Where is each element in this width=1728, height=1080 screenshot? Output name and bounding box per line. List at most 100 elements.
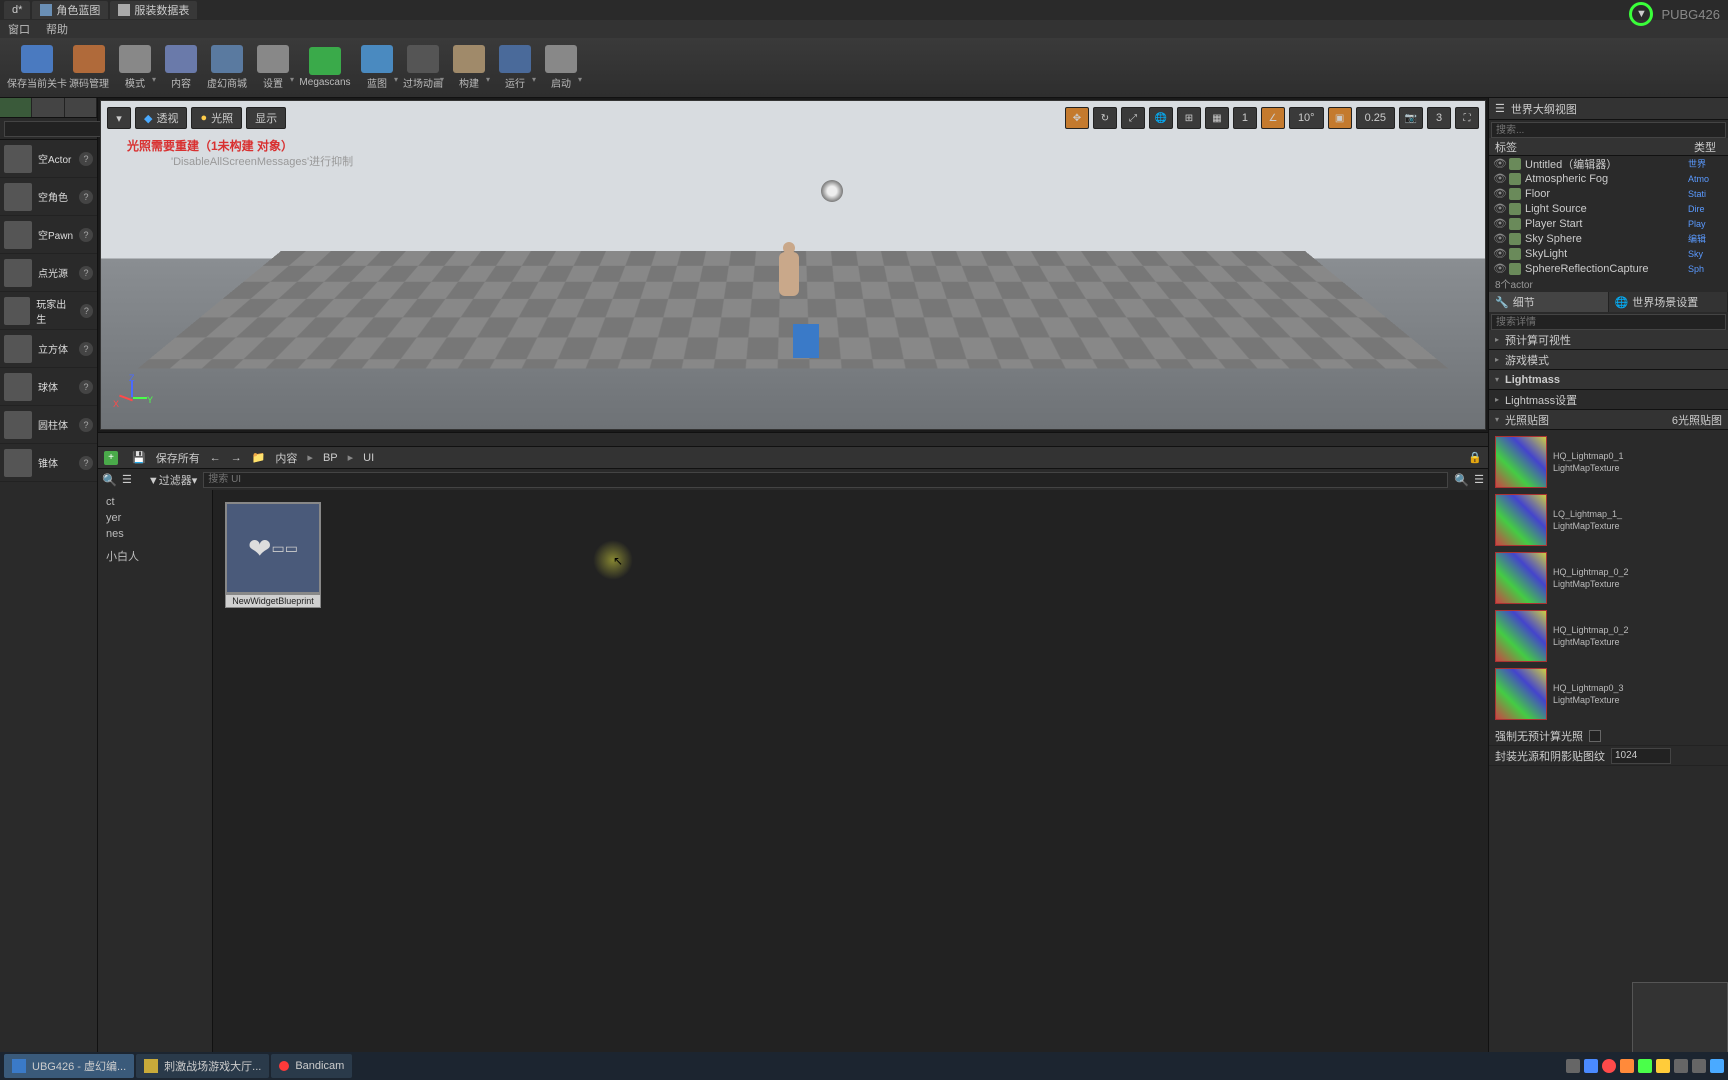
tree-item[interactable]: nes — [102, 526, 208, 542]
tab-level[interactable]: d* — [4, 1, 30, 19]
cat-vis[interactable]: ▸预计算可视性 — [1489, 330, 1728, 350]
tool-过场动画[interactable]: 过场动画▾ — [400, 40, 446, 96]
nav-forward[interactable]: → — [231, 452, 242, 464]
vp-camera-button[interactable]: 📷 — [1399, 107, 1423, 129]
vp-angle-snap-icon[interactable]: ∠ — [1261, 107, 1285, 129]
outliner-list[interactable]: 👁Untitled（编辑器）世界👁Atmospheric FogAtmo👁Flo… — [1489, 156, 1728, 276]
outliner-row[interactable]: 👁SphereReflectionCaptureSph — [1489, 261, 1728, 276]
vp-rotate-button[interactable]: ↻ — [1093, 107, 1117, 129]
vp-show-button[interactable]: 显示 — [246, 107, 286, 129]
save-all-button[interactable]: 保存所有 — [156, 450, 200, 466]
crumb-ui[interactable]: UI — [363, 452, 374, 464]
actor-空Pawn[interactable]: 空Pawn? — [0, 216, 97, 254]
search-icon[interactable]: 🔍 — [1454, 473, 1468, 487]
cat-lightmass-settings[interactable]: ▸Lightmass设置 — [1489, 390, 1728, 410]
outliner-row[interactable]: 👁Untitled（编辑器）世界 — [1489, 156, 1728, 171]
tab-world-settings[interactable]: 🌐世界场景设置 — [1609, 292, 1728, 312]
tree-item[interactable]: 小白人 — [102, 546, 208, 566]
vp-world-button[interactable]: 🌐 — [1149, 107, 1173, 129]
task-ue4[interactable]: UBG426 - 虚幻编... — [4, 1054, 134, 1078]
vp-lit-button[interactable]: ●光照 — [191, 107, 242, 129]
cat-gamemode[interactable]: ▸游戏模式 — [1489, 350, 1728, 370]
source-control-badge[interactable]: ▼ PUBG426 — [1629, 2, 1720, 26]
tool-设置[interactable]: 设置▾ — [250, 40, 296, 96]
tool-蓝图[interactable]: 蓝图▾ — [354, 40, 400, 96]
tool-构建[interactable]: 构建▾ — [446, 40, 492, 96]
vp-perspective-button[interactable]: ◆透视 — [135, 107, 187, 129]
outliner-row[interactable]: 👁SkyLightSky — [1489, 246, 1728, 261]
actor-点光源[interactable]: 点光源? — [0, 254, 97, 292]
lightmap-item[interactable]: HQ_Lightmap_0_2LightMapTexture — [1495, 552, 1722, 604]
outliner-header[interactable]: ☰世界大纲视图 — [1489, 98, 1728, 120]
outliner-row[interactable]: 👁Atmospheric FogAtmo — [1489, 171, 1728, 186]
content-tree[interactable]: ctyernes 小白人 — [98, 490, 213, 1080]
tree-item[interactable]: ct — [102, 494, 208, 510]
add-new-button[interactable]: + — [104, 451, 118, 465]
actor-球体[interactable]: 球体? — [0, 368, 97, 406]
crumb-content[interactable]: 内容 — [275, 450, 297, 466]
actor-圆柱体[interactable]: 圆柱体? — [0, 406, 97, 444]
vp-grid-button[interactable]: ▦ — [1205, 107, 1229, 129]
vp-translate-button[interactable]: ✥ — [1065, 107, 1089, 129]
lightmap-item[interactable]: HQ_Lightmap_0_2LightMapTexture — [1495, 610, 1722, 662]
nav-back[interactable]: ← — [210, 452, 221, 464]
system-tray[interactable] — [1566, 1059, 1724, 1073]
mode-strip[interactable] — [0, 98, 97, 118]
tab-details[interactable]: 🔧细节 — [1489, 292, 1609, 312]
lightmap-item[interactable]: HQ_Lightmap0_1LightMapTexture — [1495, 436, 1722, 488]
outliner-row[interactable]: 👁Light SourceDire — [1489, 201, 1728, 216]
actor-空角色[interactable]: 空角色? — [0, 178, 97, 216]
tool-源码管理[interactable]: 源码管理 — [66, 40, 112, 96]
vp-menu-button[interactable]: ▾ — [107, 107, 131, 129]
asset-widget-bp[interactable]: ❤▭▭ NewWidgetBlueprint — [225, 502, 321, 608]
tool-运行[interactable]: 运行▾ — [492, 40, 538, 96]
atlas-size-input[interactable] — [1611, 748, 1671, 764]
vp-snap-val[interactable]: 3 — [1427, 107, 1451, 129]
actor-玩家出生[interactable]: 玩家出生? — [0, 292, 97, 330]
details-search-input[interactable] — [1491, 314, 1726, 330]
tree-item[interactable]: yer — [102, 510, 208, 526]
vp-angle-val[interactable]: 10° — [1289, 107, 1324, 129]
vp-surface-button[interactable]: ⊞ — [1177, 107, 1201, 129]
list-view-icon[interactable]: ☰ — [122, 473, 132, 486]
actor-锥体[interactable]: 锥体? — [0, 444, 97, 482]
outliner-search-input[interactable] — [1491, 122, 1726, 138]
tool-启动[interactable]: 启动▾ — [538, 40, 584, 96]
vp-maximize-button[interactable]: ⛶ — [1455, 107, 1479, 129]
options-icon[interactable]: ☰ — [1474, 473, 1484, 486]
content-grid[interactable]: ❤▭▭ NewWidgetBlueprint ↖ 1项（1被选中） 👁 视图选项… — [213, 490, 1488, 1080]
asset-name-input[interactable]: NewWidgetBlueprint — [225, 594, 321, 608]
tool-虚幻商城[interactable]: 虚幻商城 — [204, 40, 250, 96]
tool-Megascans[interactable]: Megascans — [296, 40, 354, 96]
checkbox[interactable] — [1589, 730, 1601, 742]
cat-lightmass[interactable]: ▾Lightmass — [1489, 370, 1728, 390]
task-pubg[interactable]: 刺激战场游戏大厅... — [136, 1054, 269, 1078]
folder-icon[interactable]: 📁 — [252, 451, 266, 464]
tool-保存当前关卡[interactable]: 保存当前关卡 — [8, 40, 66, 96]
vp-scale-snap-icon[interactable]: ▣ — [1328, 107, 1352, 129]
tool-模式[interactable]: 模式▾ — [112, 40, 158, 96]
search-icon[interactable]: 🔍 — [102, 473, 116, 487]
outliner-row[interactable]: 👁Player StartPlay — [1489, 216, 1728, 231]
lightmap-item[interactable]: HQ_Lightmap0_3LightMapTexture — [1495, 668, 1722, 720]
level-viewport[interactable]: ▾ ◆透视 ●光照 显示 ✥ ↻ ⤢ 🌐 ⊞ ▦ 1 ∠ 10° ▣ 0.25 … — [100, 100, 1486, 430]
blue-mesh[interactable] — [793, 324, 819, 358]
outliner-row[interactable]: 👁FloorStati — [1489, 186, 1728, 201]
lightmap-header[interactable]: ▾光照贴图6光照贴图 — [1489, 410, 1728, 430]
menu-window[interactable]: 窗口 — [8, 21, 30, 37]
actor-立方体[interactable]: 立方体? — [0, 330, 97, 368]
vp-scale-button[interactable]: ⤢ — [1121, 107, 1145, 129]
filter-dd[interactable]: ▼过滤器▾ — [148, 472, 197, 488]
lock-icon[interactable]: 🔒 — [1468, 451, 1482, 464]
actor-空Actor[interactable]: 空Actor? — [0, 140, 97, 178]
content-search-input[interactable] — [203, 472, 1448, 488]
tab-character-bp[interactable]: 角色蓝图 — [32, 1, 108, 19]
outliner-row[interactable]: 👁Sky Sphere编辑 — [1489, 231, 1728, 246]
player-pawn[interactable] — [779, 252, 799, 296]
lightmap-item[interactable]: LQ_Lightmap_1_LightMapTexture — [1495, 494, 1722, 546]
task-bandicam[interactable]: Bandicam — [271, 1054, 352, 1078]
vp-scale-val[interactable]: 0.25 — [1356, 107, 1395, 129]
tab-datatable[interactable]: 服装数据表 — [110, 1, 197, 19]
crumb-bp[interactable]: BP — [323, 452, 338, 464]
tool-内容[interactable]: 内容 — [158, 40, 204, 96]
